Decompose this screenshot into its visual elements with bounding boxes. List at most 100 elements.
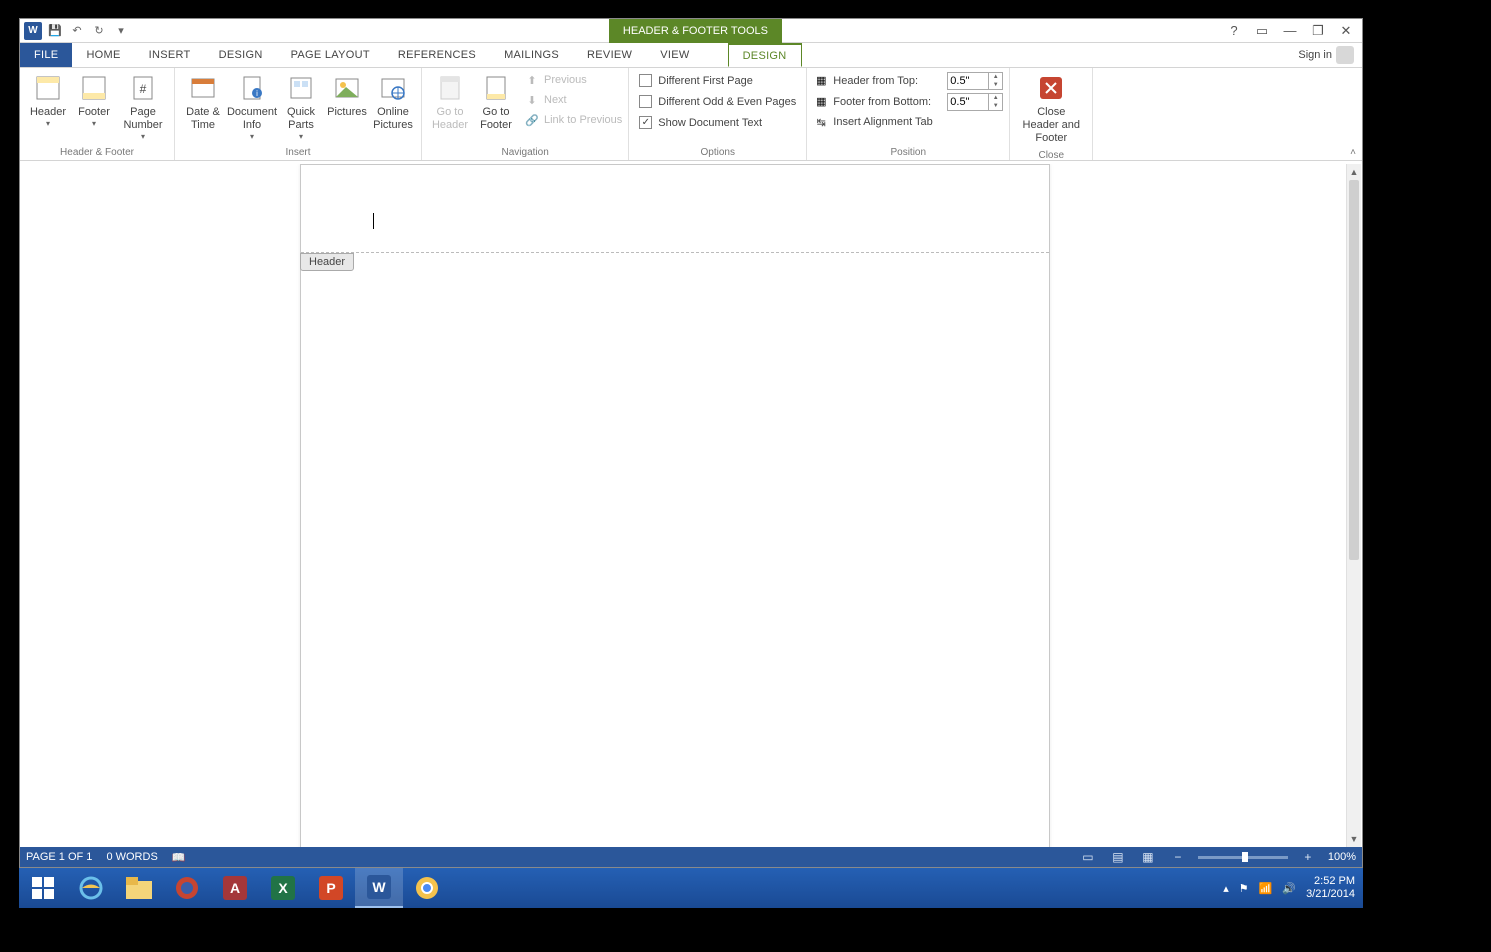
footer-button[interactable]: Footer▾ bbox=[72, 70, 116, 131]
tab-hf-design[interactable]: DESIGN bbox=[728, 43, 802, 67]
goto-footer-button[interactable]: Go to Footer bbox=[474, 70, 518, 134]
tab-mailings[interactable]: MAILINGS bbox=[490, 43, 573, 67]
ribbon-tabs: FILE HOME INSERT DESIGN PAGE LAYOUT REFE… bbox=[20, 43, 1362, 68]
ribbon-display-icon[interactable]: ▭ bbox=[1252, 21, 1272, 41]
collapse-ribbon-icon[interactable]: ˄ bbox=[1350, 147, 1356, 158]
header-top-label: Header from Top: bbox=[833, 75, 943, 87]
web-layout-icon[interactable]: ▦ bbox=[1138, 849, 1158, 865]
help-icon[interactable]: ? bbox=[1224, 21, 1244, 41]
checkbox-icon[interactable] bbox=[639, 74, 652, 87]
next-button: ⬇Next bbox=[524, 90, 622, 110]
tab-design[interactable]: DESIGN bbox=[205, 43, 277, 67]
group-insert-label: Insert bbox=[181, 145, 415, 160]
different-odd-even-check[interactable]: Different Odd & Even Pages bbox=[635, 91, 800, 112]
header-button[interactable]: Header▾ bbox=[26, 70, 70, 131]
document-info-icon: i bbox=[236, 72, 268, 104]
volume-icon[interactable]: 🔊 bbox=[1282, 882, 1296, 895]
footer-bottom-label: Footer from Bottom: bbox=[833, 96, 943, 108]
next-icon: ⬇ bbox=[524, 92, 540, 108]
quick-parts-button[interactable]: Quick Parts▾ bbox=[279, 70, 323, 144]
scroll-thumb[interactable] bbox=[1349, 180, 1359, 560]
insert-alignment-tab-button[interactable]: ↹Insert Alignment Tab bbox=[813, 112, 1003, 132]
scroll-up-icon[interactable]: ▲ bbox=[1347, 164, 1361, 180]
context-tools-label: HEADER & FOOTER TOOLS bbox=[609, 19, 782, 43]
vertical-scrollbar[interactable]: ▲ ▼ bbox=[1346, 164, 1361, 847]
sign-in[interactable]: Sign in bbox=[1290, 43, 1362, 67]
tab-insert[interactable]: INSERT bbox=[135, 43, 205, 67]
restore-icon[interactable]: ❐ bbox=[1308, 21, 1328, 41]
goto-header-label: Go to Header bbox=[430, 106, 470, 132]
date-time-label: Date & Time bbox=[183, 106, 223, 132]
footer-bottom-spinner[interactable]: 0.5"▲▼ bbox=[947, 93, 1003, 111]
page-number-button[interactable]: # Page Number▾ bbox=[118, 70, 168, 144]
minimize-icon[interactable]: — bbox=[1280, 21, 1300, 41]
online-pictures-label: Online Pictures bbox=[373, 106, 413, 132]
header-top-value: 0.5" bbox=[950, 75, 969, 87]
chrome-icon[interactable] bbox=[403, 868, 451, 908]
firefox-icon[interactable] bbox=[163, 868, 211, 908]
footer-bottom-icon: ▦ bbox=[813, 94, 829, 110]
checkbox-icon[interactable] bbox=[639, 95, 652, 108]
page-header-area[interactable] bbox=[301, 165, 1049, 253]
close-icon[interactable]: ✕ bbox=[1336, 21, 1356, 41]
clock[interactable]: 2:52 PM 3/21/2014 bbox=[1306, 875, 1355, 901]
tab-home[interactable]: HOME bbox=[72, 43, 134, 67]
spinner-down-icon[interactable]: ▼ bbox=[989, 81, 1002, 89]
access-icon[interactable]: A bbox=[211, 868, 259, 908]
show-document-text-check[interactable]: ✓Show Document Text bbox=[635, 112, 800, 133]
document-info-button[interactable]: i Document Info▾ bbox=[227, 70, 277, 144]
word-count[interactable]: 0 WORDS bbox=[106, 851, 157, 863]
spinner-up-icon[interactable]: ▲ bbox=[989, 73, 1002, 81]
zoom-in-icon[interactable]: + bbox=[1298, 849, 1318, 865]
spinner-up-icon[interactable]: ▲ bbox=[989, 94, 1002, 102]
group-insert: Date & Time i Document Info▾ Quick Parts… bbox=[175, 68, 422, 160]
zoom-out-icon[interactable]: − bbox=[1168, 849, 1188, 865]
tab-page-layout[interactable]: PAGE LAYOUT bbox=[277, 43, 384, 67]
tab-view[interactable]: VIEW bbox=[646, 43, 703, 67]
footer-label: Footer bbox=[78, 106, 110, 119]
document-canvas[interactable]: Header bbox=[20, 164, 1346, 847]
svg-text:A: A bbox=[230, 880, 240, 896]
redo-icon[interactable]: ↻ bbox=[90, 22, 108, 40]
goto-footer-label: Go to Footer bbox=[476, 106, 516, 132]
scroll-down-icon[interactable]: ▼ bbox=[1347, 831, 1361, 847]
internet-explorer-icon[interactable] bbox=[67, 868, 115, 908]
read-mode-icon[interactable]: ▭ bbox=[1078, 849, 1098, 865]
zoom-level[interactable]: 100% bbox=[1328, 851, 1356, 863]
pictures-button[interactable]: Pictures bbox=[325, 70, 369, 121]
date-time-button[interactable]: Date & Time bbox=[181, 70, 225, 134]
powerpoint-icon[interactable]: P bbox=[307, 868, 355, 908]
document-page[interactable]: Header bbox=[300, 164, 1050, 847]
zoom-slider[interactable] bbox=[1198, 856, 1288, 859]
quick-parts-label: Quick Parts bbox=[281, 106, 321, 132]
system-tray: ▴ ⚑ 📶 🔊 2:52 PM 3/21/2014 bbox=[1223, 875, 1363, 901]
word-taskbar-icon[interactable]: W bbox=[355, 868, 403, 908]
start-button[interactable] bbox=[19, 868, 67, 908]
close-header-footer-button[interactable]: Close Header and Footer bbox=[1016, 70, 1086, 148]
excel-icon[interactable]: X bbox=[259, 868, 307, 908]
tray-up-icon[interactable]: ▴ bbox=[1223, 882, 1229, 895]
qat-dropdown-icon[interactable]: ▾ bbox=[112, 22, 130, 40]
spinner-down-icon[interactable]: ▼ bbox=[989, 102, 1002, 110]
footer-icon bbox=[78, 72, 110, 104]
word-app-icon[interactable]: W bbox=[24, 22, 42, 40]
header-top-spinner[interactable]: 0.5" ▲▼ bbox=[947, 72, 1003, 90]
zoom-slider-knob[interactable] bbox=[1242, 852, 1248, 862]
tab-file[interactable]: FILE bbox=[20, 43, 72, 67]
undo-icon[interactable]: ↶ bbox=[68, 22, 86, 40]
checkbox-checked-icon[interactable]: ✓ bbox=[639, 116, 652, 129]
group-header-footer: Header▾ Footer▾ # Page Number▾ Header & … bbox=[20, 68, 175, 160]
alignment-tab-label: Insert Alignment Tab bbox=[833, 116, 932, 128]
different-first-page-check[interactable]: Different First Page bbox=[635, 70, 800, 91]
tab-review[interactable]: REVIEW bbox=[573, 43, 646, 67]
group-position-label: Position bbox=[813, 145, 1003, 160]
page-count[interactable]: PAGE 1 OF 1 bbox=[26, 851, 92, 863]
print-layout-icon[interactable]: ▤ bbox=[1108, 849, 1128, 865]
file-explorer-icon[interactable] bbox=[115, 868, 163, 908]
tab-references[interactable]: REFERENCES bbox=[384, 43, 490, 67]
online-pictures-button[interactable]: Online Pictures bbox=[371, 70, 415, 134]
save-icon[interactable]: 💾 bbox=[46, 22, 64, 40]
flag-icon[interactable]: ⚑ bbox=[1239, 882, 1249, 895]
network-icon[interactable]: 📶 bbox=[1259, 882, 1273, 895]
proofing-icon[interactable]: 📖 bbox=[172, 851, 186, 864]
